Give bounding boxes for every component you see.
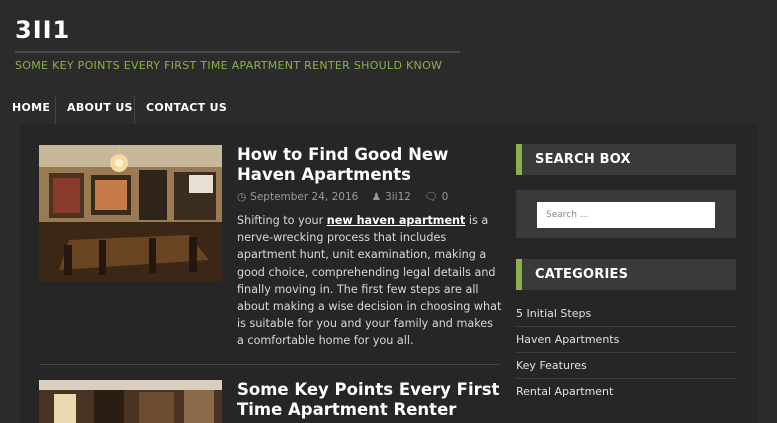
category-link[interactable]: Rental Apartment: [516, 379, 737, 405]
post-card: How to Find Good New Haven Apartments ◷ S…: [39, 145, 502, 355]
nav-separator: [55, 95, 56, 124]
search-input[interactable]: [537, 202, 715, 228]
category-link[interactable]: Key Features: [516, 353, 737, 379]
search-widget: [516, 190, 736, 238]
post-title[interactable]: Some Key Points Every First Time Apartme…: [237, 380, 505, 420]
categories-list: 5 Initial Steps Haven Apartments Key Fea…: [516, 301, 737, 405]
post-author[interactable]: 3ii12: [385, 191, 411, 203]
title-divider: [15, 51, 460, 53]
post-comment-count[interactable]: 0: [442, 191, 449, 203]
clock-icon: ◷: [237, 191, 247, 203]
excerpt-text: Shifting to your: [237, 214, 327, 227]
nav-item-contact-us[interactable]: CONTACT US: [146, 92, 227, 124]
site-tagline: SOME KEY POINTS EVERY FIRST TIME APARTME…: [15, 59, 443, 72]
search-widget-header: SEARCH BOX: [516, 144, 736, 175]
post-thumbnail[interactable]: [39, 380, 222, 423]
excerpt-link[interactable]: new haven apartment: [327, 214, 466, 227]
nav-separator: [134, 95, 135, 124]
excerpt-text: is a nerve-wrecking process that include…: [237, 214, 502, 348]
nav-item-home[interactable]: HOME: [12, 92, 50, 124]
apartment-image: [39, 380, 222, 423]
site-header: 3II1 SOME KEY POINTS EVERY FIRST TIME AP…: [0, 0, 777, 90]
categories-widget-title: CATEGORIES: [535, 267, 629, 282]
site-title[interactable]: 3II1: [15, 16, 70, 44]
post-card: Some Key Points Every First Time Apartme…: [39, 380, 499, 423]
post-date[interactable]: September 24, 2016: [250, 191, 358, 203]
post-excerpt: Shifting to your new haven apartment is …: [237, 212, 502, 350]
user-icon: ♟: [371, 191, 382, 203]
main-nav: HOME ABOUT US CONTACT US: [0, 92, 777, 124]
category-link[interactable]: 5 Initial Steps: [516, 301, 737, 327]
search-widget-title: SEARCH BOX: [535, 152, 631, 167]
comment-icon: 🗨: [424, 191, 438, 203]
post-divider: [39, 364, 499, 365]
dining-room-image: [39, 145, 222, 282]
post-title[interactable]: How to Find Good New Haven Apartments: [237, 145, 505, 185]
post-meta: ◷ September 24, 2016 ♟ 3ii12 🗨 0: [237, 190, 448, 203]
category-link[interactable]: Haven Apartments: [516, 327, 737, 353]
nav-item-about-us[interactable]: ABOUT US: [67, 92, 133, 124]
post-thumbnail[interactable]: [39, 145, 222, 282]
categories-widget-header: CATEGORIES: [516, 259, 736, 290]
